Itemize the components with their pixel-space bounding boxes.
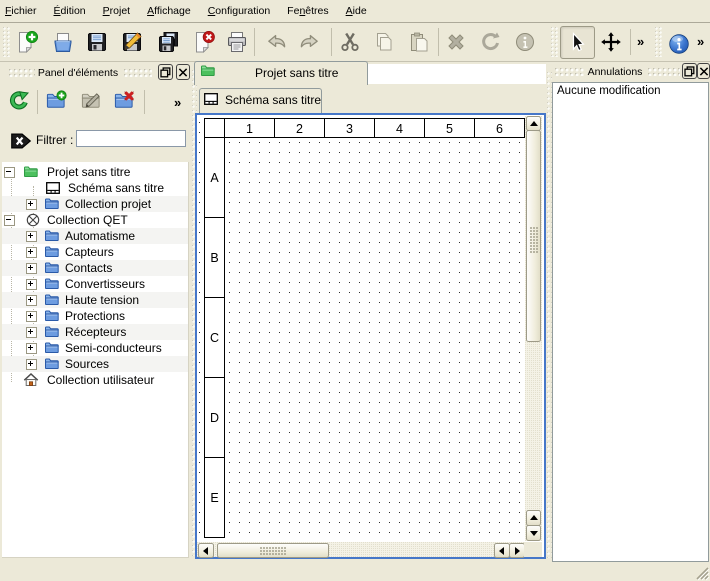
svg-text:D: D — [210, 411, 219, 425]
svg-text:E: E — [210, 491, 218, 505]
svg-text:3: 3 — [346, 122, 353, 136]
svg-text:C: C — [210, 331, 219, 345]
svg-text:A: A — [210, 171, 219, 185]
svg-text:2: 2 — [296, 122, 303, 136]
svg-text:6: 6 — [496, 122, 503, 136]
svg-text:B: B — [210, 251, 218, 265]
svg-text:4: 4 — [396, 122, 403, 136]
svg-text:5: 5 — [446, 122, 453, 136]
svg-text:1: 1 — [246, 122, 253, 136]
